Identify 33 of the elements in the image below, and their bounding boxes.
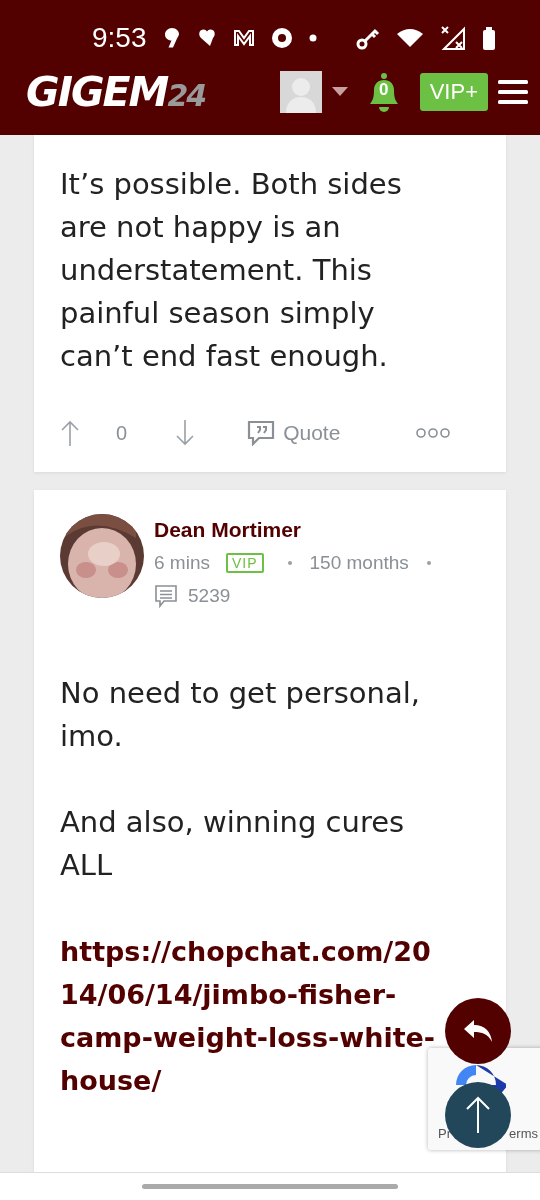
battery-icon [482, 26, 496, 50]
member-tenure: 150 months [309, 552, 409, 574]
gesture-handle[interactable] [142, 1184, 398, 1189]
browser-icon [270, 27, 293, 49]
site-logo[interactable]: GIGEM24 [26, 68, 206, 116]
vip-badge: VIP [225, 553, 264, 573]
post-text: And also, winning cures ALL [60, 804, 406, 884]
signal-icon [440, 25, 466, 51]
author-name[interactable]: Dean Mortimer [154, 518, 439, 542]
privacy-link[interactable]: Pr [438, 1126, 451, 1141]
terms-link[interactable]: erms [509, 1126, 538, 1141]
arrow-up-icon [465, 1095, 491, 1135]
post-count: 5239 [188, 585, 231, 607]
reply-icon [462, 1018, 494, 1044]
post-text: No need to get personal, imo. [60, 675, 421, 755]
more-options-icon[interactable] [416, 428, 450, 438]
upvote-icon[interactable] [60, 420, 80, 446]
caret-icon[interactable] [331, 87, 348, 97]
key-icon [356, 26, 380, 50]
heart-icon [196, 29, 217, 47]
vote-score: 0 [116, 421, 128, 445]
profile-avatar-icon[interactable] [279, 71, 322, 113]
mail-icon [232, 29, 255, 47]
post-text: It’s possible. Both sides are not happy is an understatement. This painful season simply can’t end fast enough. [60, 166, 403, 375]
post-time: 6 mins [154, 552, 210, 574]
wifi-icon [396, 29, 424, 47]
quote-icon [247, 420, 276, 446]
notification-icon [162, 27, 181, 49]
menu-icon[interactable] [498, 79, 528, 105]
dot-icon [308, 34, 317, 42]
posts-icon [154, 584, 178, 608]
status-time: 9:53 [92, 22, 147, 54]
downvote-icon[interactable] [175, 420, 196, 446]
